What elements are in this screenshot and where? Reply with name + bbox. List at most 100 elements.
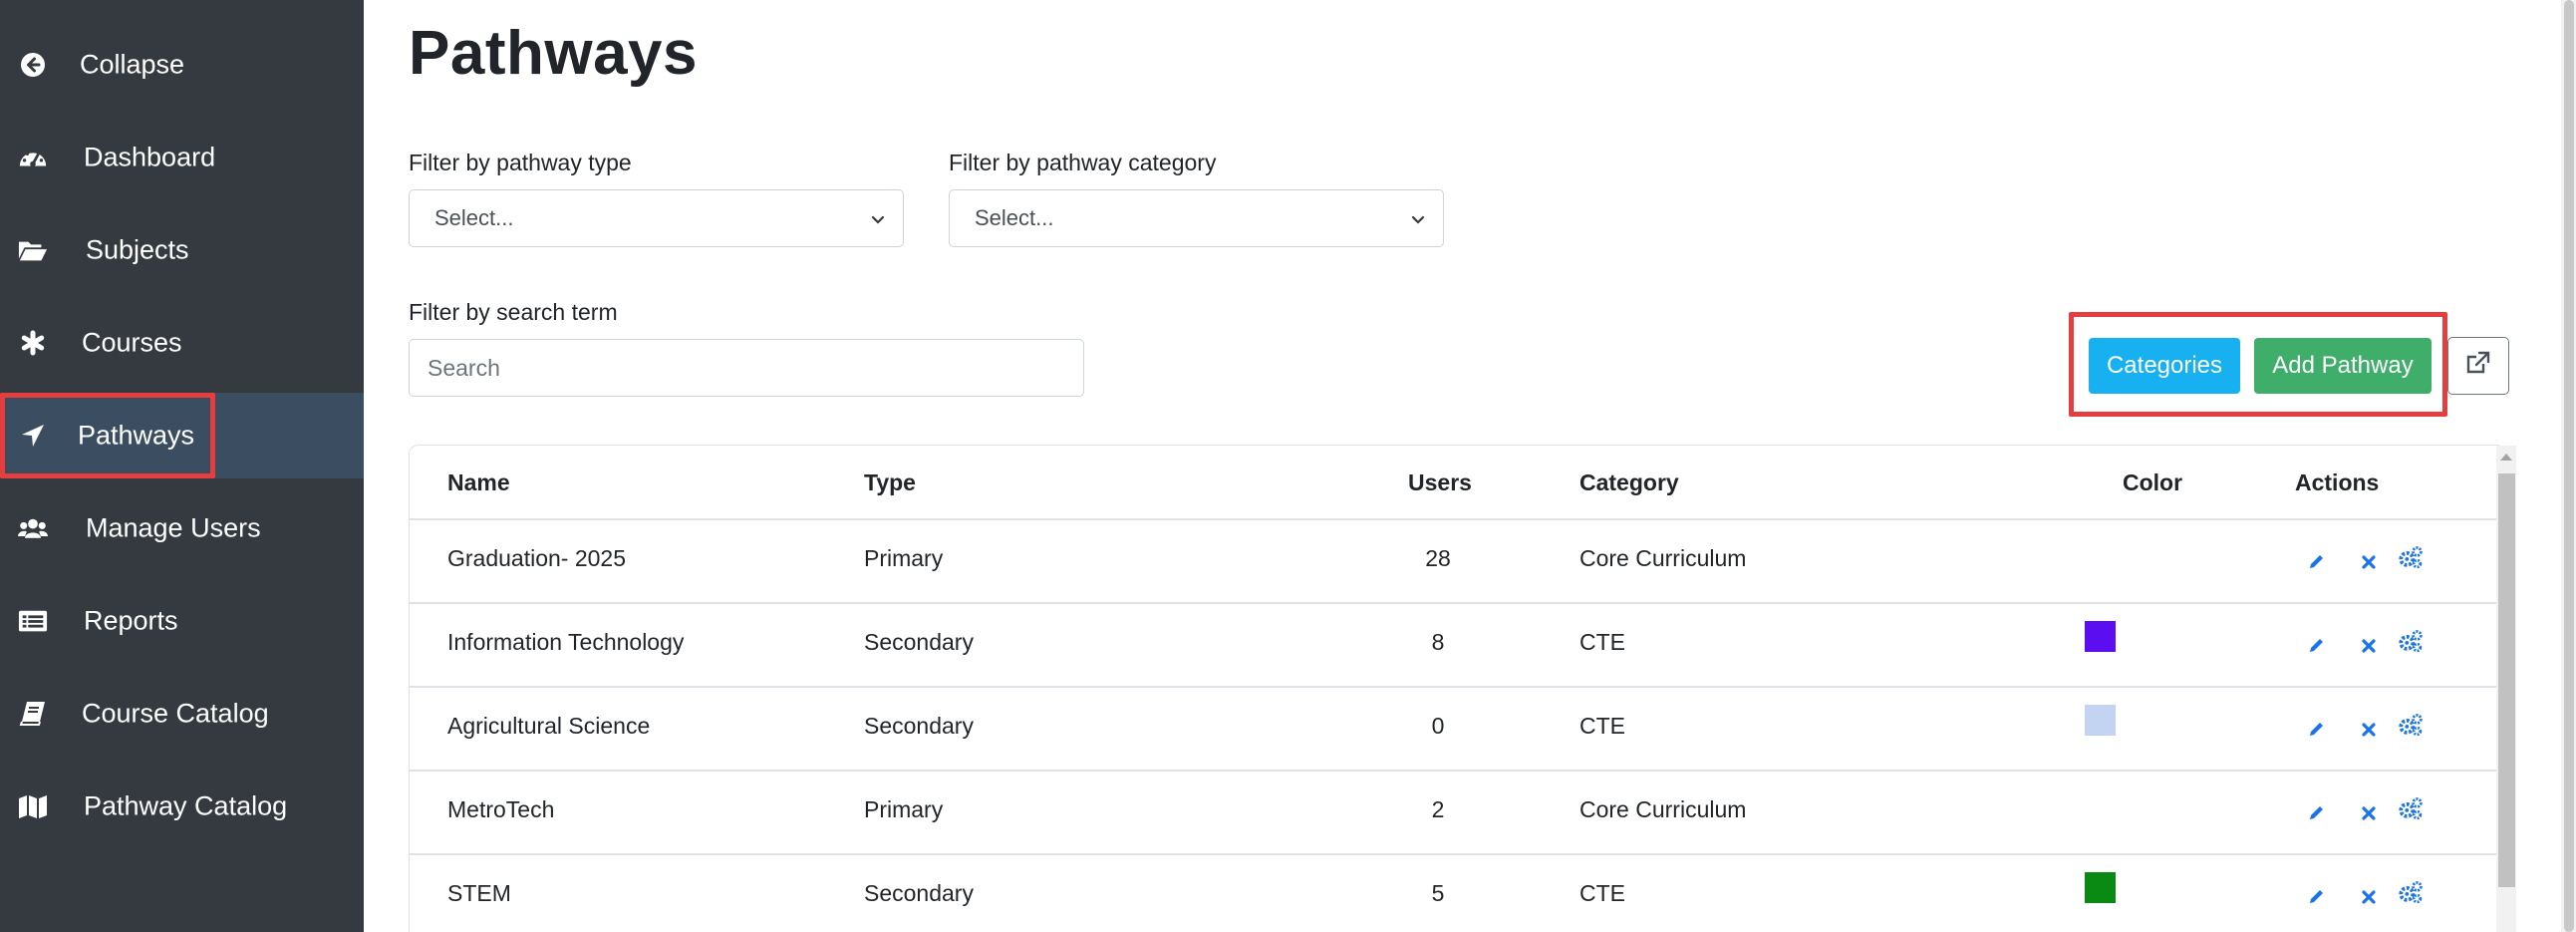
sidebar-item-label: Dashboard <box>84 142 216 172</box>
pathway-category-select[interactable]: Select... <box>949 189 1444 247</box>
column-header-actions: Actions <box>2295 469 2380 495</box>
cell-name: Graduation- 2025 <box>447 545 627 571</box>
sidebar-item-dashboard[interactable]: Dashboard <box>0 115 364 200</box>
color-swatch <box>2085 621 2116 652</box>
sidebar: Collapse Dashboard Subjects Courses Path… <box>0 0 364 932</box>
cogs-icon <box>2399 797 2423 820</box>
edit-button[interactable] <box>2304 716 2330 742</box>
chevron-down-icon <box>1411 205 1425 231</box>
search-input[interactable]: Search <box>409 339 1084 397</box>
edit-button[interactable] <box>2304 883 2330 909</box>
table-divider <box>410 853 2496 855</box>
cogs-icon <box>2399 881 2423 904</box>
pathway-category-select-value: Select... <box>975 205 1054 230</box>
table-scrollbar-thumb[interactable] <box>2498 473 2515 887</box>
cell-type: Primary <box>864 796 944 822</box>
pathway-type-select-value: Select... <box>434 205 514 230</box>
external-link-icon <box>2465 351 2491 382</box>
tachometer-icon <box>18 143 48 172</box>
pencil-icon <box>2310 555 2323 568</box>
cell-name: STEM <box>447 880 511 906</box>
filter-type-label: Filter by pathway type <box>409 150 632 175</box>
book-icon <box>18 699 48 729</box>
cell-type: Secondary <box>864 629 974 655</box>
edit-button[interactable] <box>2304 548 2330 574</box>
cell-category: Core Curriculum <box>1579 545 1747 571</box>
sidebar-item-reports[interactable]: Reports <box>0 578 364 664</box>
close-icon <box>2362 806 2376 820</box>
delete-button[interactable] <box>2356 800 2382 826</box>
cell-users: 8 <box>1431 629 1445 655</box>
edit-button[interactable] <box>2304 799 2330 825</box>
cell-type: Primary <box>864 545 944 571</box>
column-header-category[interactable]: Category <box>1579 469 1679 496</box>
users-icon <box>18 513 48 543</box>
sidebar-item-course-catalog[interactable]: Course Catalog <box>0 671 364 757</box>
column-header-color: Color <box>2123 469 2183 495</box>
settings-button[interactable] <box>2398 628 2424 654</box>
pencil-icon <box>2310 639 2323 652</box>
close-icon <box>2362 555 2376 569</box>
sidebar-item-label: Manage Users <box>86 512 261 543</box>
map-icon <box>18 791 48 821</box>
delete-button[interactable] <box>2356 717 2382 743</box>
cogs-icon <box>2399 630 2423 653</box>
cell-name: Agricultural Science <box>447 713 651 739</box>
pencil-icon <box>2310 806 2323 819</box>
cogs-icon <box>2399 714 2423 737</box>
cell-name: MetroTech <box>447 796 555 822</box>
scroll-up-arrow-icon[interactable] <box>2500 454 2512 461</box>
settings-button[interactable] <box>2398 795 2424 821</box>
sidebar-item-collapse[interactable]: Collapse <box>0 22 364 108</box>
arrow-circle-left-icon <box>18 50 48 80</box>
column-header-name[interactable]: Name <box>447 469 510 496</box>
close-icon <box>2362 890 2376 904</box>
sidebar-item-label: Reports <box>84 605 178 636</box>
column-header-type[interactable]: Type <box>864 469 916 496</box>
pencil-icon <box>2310 723 2323 736</box>
filter-search-label: Filter by search term <box>409 299 618 325</box>
sidebar-item-label: Pathway Catalog <box>84 790 288 821</box>
location-arrow-icon <box>18 421 48 451</box>
page-title: Pathways <box>409 19 699 88</box>
pencil-icon <box>2310 890 2323 903</box>
sidebar-item-pathways[interactable]: Pathways <box>0 393 364 478</box>
cell-category: CTE <box>1579 713 1625 739</box>
cell-category: CTE <box>1579 629 1625 655</box>
column-header-users[interactable]: Users <box>1408 469 1472 496</box>
sidebar-item-manage-users[interactable]: Manage Users <box>0 485 364 571</box>
settings-button[interactable] <box>2398 879 2424 905</box>
cogs-icon <box>2399 546 2423 569</box>
sidebar-item-subjects[interactable]: Subjects <box>0 207 364 293</box>
sidebar-item-label: Subjects <box>86 234 189 265</box>
close-icon <box>2362 639 2376 653</box>
cell-type: Secondary <box>864 713 974 739</box>
delete-button[interactable] <box>2356 884 2382 910</box>
cell-users: 28 <box>1425 545 1451 571</box>
filter-category-label: Filter by pathway category <box>949 150 1217 175</box>
cell-name: Information Technology <box>447 629 685 655</box>
sidebar-item-label: Collapse <box>80 49 185 80</box>
table-divider <box>410 770 2496 772</box>
settings-button[interactable] <box>2398 544 2424 570</box>
table-divider <box>410 518 2496 520</box>
edit-button[interactable] <box>2304 632 2330 658</box>
sidebar-item-courses[interactable]: Courses <box>0 300 364 386</box>
page-scrollbar-thumb[interactable] <box>2564 0 2574 932</box>
categories-button[interactable]: Categories <box>2089 338 2240 394</box>
delete-button[interactable] <box>2356 549 2382 575</box>
table-divider <box>410 602 2496 604</box>
pathway-type-select[interactable]: Select... <box>409 189 904 247</box>
table-divider <box>410 686 2496 688</box>
color-swatch <box>2085 872 2116 903</box>
add-pathway-button[interactable]: Add Pathway <box>2254 338 2432 394</box>
sidebar-item-label: Courses <box>82 327 182 358</box>
color-swatch <box>2085 705 2116 736</box>
sidebar-item-pathway-catalog[interactable]: Pathway Catalog <box>0 764 364 849</box>
cell-category: Core Curriculum <box>1579 796 1747 822</box>
chevron-down-icon <box>871 205 885 231</box>
asterisk-icon <box>18 328 48 358</box>
external-link-button[interactable] <box>2447 337 2509 395</box>
delete-button[interactable] <box>2356 633 2382 659</box>
settings-button[interactable] <box>2398 712 2424 738</box>
